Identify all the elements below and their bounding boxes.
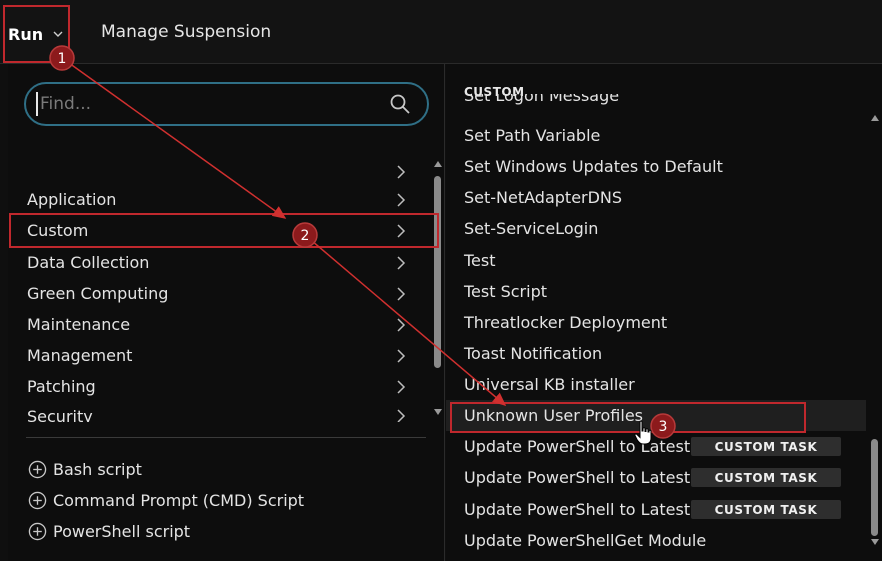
script-label: Test	[464, 251, 496, 270]
category-item-maintenance[interactable]: Maintenance	[8, 309, 433, 340]
script-label: Update PowerShell to Latest...	[464, 468, 706, 487]
divider	[26, 437, 426, 438]
category-label: Custom	[27, 221, 89, 240]
add-powershell-script-button[interactable]: PowerShell script	[28, 518, 190, 544]
script-item[interactable]: Update PowerShell to Latest... CUSTOM TA…	[446, 494, 866, 525]
category-item-security[interactable]: Security	[8, 402, 433, 422]
script-label: Set Windows Updates to Default	[464, 157, 723, 176]
category-scrollbar[interactable]	[433, 160, 443, 486]
scrollbar-thumb[interactable]	[434, 176, 441, 368]
text-caret	[36, 92, 38, 116]
category-item[interactable]	[8, 156, 433, 187]
run-button-label: Run	[8, 24, 44, 44]
script-item[interactable]: Set-ServiceLogin	[446, 213, 866, 244]
script-item[interactable]: Set Windows Updates to Default	[446, 151, 866, 182]
script-label: Test Script	[464, 282, 547, 301]
category-label: Patching	[27, 377, 96, 396]
script-item[interactable]: Test Script	[446, 276, 866, 307]
script-label: Set-ServiceLogin	[464, 219, 599, 238]
script-label: Set Path Variable	[464, 126, 601, 145]
script-label: Unknown User Profiles	[464, 406, 643, 425]
manage-suspension-button[interactable]: Manage Suspension	[101, 22, 271, 42]
category-label: Maintenance	[27, 315, 131, 334]
chevron-right-icon	[397, 192, 406, 207]
search-input[interactable]	[40, 94, 389, 114]
script-label: Universal KB installer	[464, 375, 635, 394]
script-label: Set-NetAdapterDNS	[464, 188, 623, 207]
add-bash-script-button[interactable]: Bash script	[28, 456, 142, 482]
run-menu-button[interactable]: Run	[4, 6, 69, 62]
script-item[interactable]: Universal KB installer	[446, 369, 866, 400]
search-icon[interactable]	[389, 93, 411, 115]
script-item[interactable]: Update PowerShell to Latest... CUSTOM TA…	[446, 462, 866, 493]
script-label: Update PowerShell to Latest...	[464, 437, 706, 456]
chevron-right-icon	[397, 409, 406, 422]
script-item[interactable]: Set Logon Message	[446, 94, 866, 108]
top-bar: Run Manage Suspension	[0, 0, 882, 64]
script-item[interactable]: Test	[446, 245, 866, 276]
scroll-down-arrow-icon[interactable]	[433, 408, 443, 416]
chevron-right-icon	[397, 286, 406, 301]
add-action-label: Command Prompt (CMD) Script	[53, 490, 305, 510]
script-scrollbar[interactable]	[870, 114, 880, 551]
script-item[interactable]: Update PowerShell to Latest... CUSTOM TA…	[446, 431, 866, 462]
script-label: Toast Notification	[464, 344, 603, 363]
scroll-down-arrow-icon[interactable]	[870, 538, 880, 546]
category-label: Green Computing	[27, 284, 169, 303]
add-action-label: PowerShell script	[53, 521, 191, 541]
category-label: Security	[27, 407, 93, 422]
search-box[interactable]	[24, 82, 429, 126]
script-item[interactable]: Threatlocker Deployment	[446, 307, 866, 338]
category-item-management[interactable]: Management	[8, 340, 433, 371]
scroll-up-arrow-icon[interactable]	[433, 160, 443, 168]
custom-task-badge: CUSTOM TASK	[691, 437, 841, 456]
script-label: Update PowerShellGet Module	[464, 531, 707, 550]
script-label: Update PowerShell to Latest...	[464, 500, 706, 519]
chevron-right-icon	[397, 317, 406, 332]
custom-task-badge: CUSTOM TASK	[691, 500, 841, 519]
script-item-unknown-user-profiles[interactable]: Unknown User Profiles	[446, 400, 866, 431]
script-list: Set Logon Message Set Path Variable Set …	[446, 94, 868, 561]
custom-task-badge: CUSTOM TASK	[691, 468, 841, 487]
topbar-divider	[69, 8, 70, 58]
plus-circle-icon	[28, 522, 47, 540]
category-item-custom[interactable]: Custom	[8, 215, 433, 246]
script-item[interactable]: Set Path Variable	[446, 120, 866, 151]
chevron-right-icon	[397, 348, 406, 363]
chevron-right-icon	[397, 379, 406, 394]
script-item[interactable]: Set-NetAdapterDNS	[446, 182, 866, 213]
script-panel: CUSTOM Set Logon Message Set Path Variab…	[446, 64, 882, 561]
category-item-patching[interactable]: Patching	[8, 371, 433, 402]
category-item-data-collection[interactable]: Data Collection	[8, 247, 433, 278]
category-item-green-computing[interactable]: Green Computing	[8, 278, 433, 309]
add-action-label: Bash script	[53, 459, 142, 479]
hand-cursor-icon	[634, 420, 652, 445]
scrollbar-thumb[interactable]	[871, 439, 878, 536]
scroll-up-arrow-icon[interactable]	[870, 114, 880, 122]
category-label: Application	[27, 190, 117, 209]
add-cmd-script-button[interactable]: Command Prompt (CMD) Script	[28, 487, 304, 513]
chevron-down-icon	[53, 31, 63, 37]
script-item[interactable]: Toast Notification	[446, 338, 866, 369]
chevron-right-icon	[397, 255, 406, 270]
script-label: Threatlocker Deployment	[464, 313, 668, 332]
plus-circle-icon	[28, 460, 47, 478]
chevron-right-icon	[397, 164, 406, 179]
script-label: Set Logon Message	[464, 94, 620, 105]
category-label: Data Collection	[27, 253, 150, 272]
chevron-right-icon	[397, 223, 406, 238]
script-item[interactable]: Update PowerShellGet Module	[446, 525, 866, 556]
plus-circle-icon	[28, 491, 47, 509]
category-label: Management	[27, 346, 133, 365]
category-item-application[interactable]: Application	[8, 184, 433, 215]
category-panel: Application Custom Data Collection Green…	[8, 64, 445, 561]
